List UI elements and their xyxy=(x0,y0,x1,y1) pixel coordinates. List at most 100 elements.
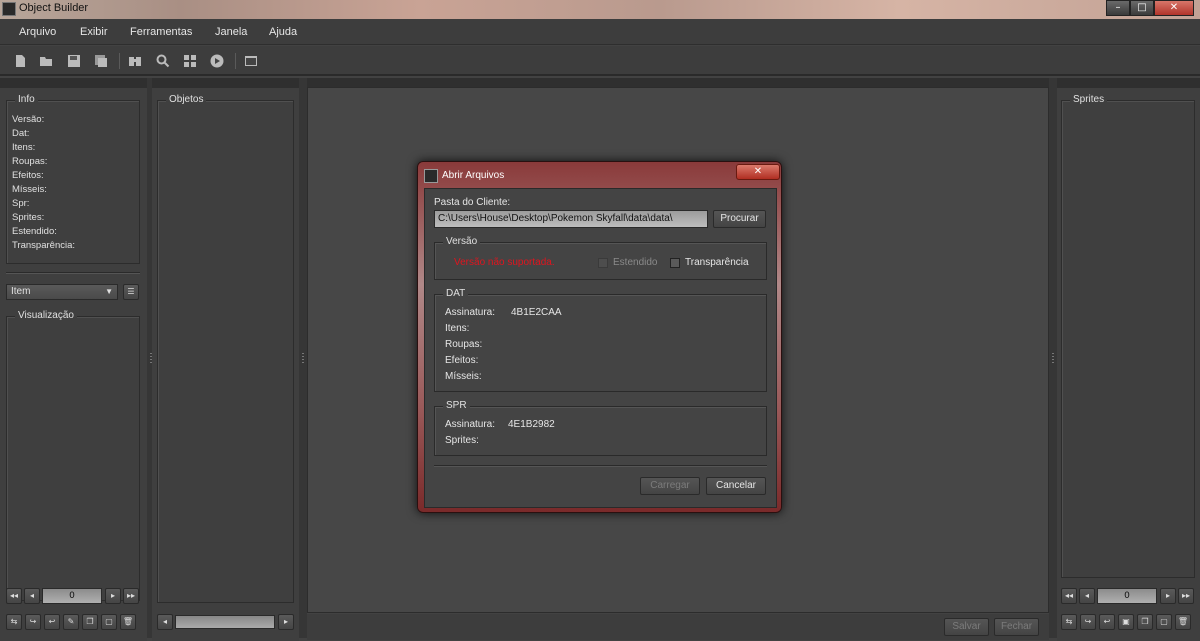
load-button[interactable]: Carregar xyxy=(640,477,700,495)
cancel-button[interactable]: Cancelar xyxy=(706,477,766,495)
spr-group: SPR Assinatura: 4E1B2982 Sprites: xyxy=(434,400,767,456)
minimize-button[interactable]: – xyxy=(1106,0,1130,16)
close-editor-button[interactable]: Fechar xyxy=(994,618,1039,636)
dialog-app-icon xyxy=(424,169,438,183)
sprites-last-page-button[interactable]: ▸▸ xyxy=(1178,588,1194,604)
client-folder-input[interactable]: C:\Users\House\Desktop\Pokemon Skyfall\d… xyxy=(434,210,708,228)
find-icon[interactable] xyxy=(128,54,142,68)
menu-bar: Arquivo Exibir Ferramentas Janela Ajuda xyxy=(0,19,1200,45)
scroll-left-button[interactable]: ◂ xyxy=(157,614,173,630)
menu-exibir[interactable]: Exibir xyxy=(80,26,108,38)
extended-checkbox[interactable] xyxy=(598,258,608,268)
menu-janela[interactable]: Janela xyxy=(215,26,247,38)
info-items: Itens: xyxy=(12,142,36,153)
sprites-panel: Sprites ◂◂ ◂ 0 ▸ ▸▸ ⇆ ↪ ↩ ▣ ❐ ▢ 🗑 xyxy=(1057,78,1200,641)
next-page-button[interactable]: ▸ xyxy=(105,588,121,604)
menu-ferramentas[interactable]: Ferramentas xyxy=(130,26,192,38)
sprites-save-icon[interactable]: ▣ xyxy=(1118,614,1134,630)
title-bar: Object Builder – □ ✕ xyxy=(0,0,1200,19)
delete-icon[interactable]: 🗑 xyxy=(120,614,136,630)
left-panel: Info Versão: Dat: Itens: Roupas: Efeitos… xyxy=(0,78,147,641)
grid-icon[interactable] xyxy=(183,54,197,68)
last-page-button[interactable]: ▸▸ xyxy=(123,588,139,604)
dialog-close-button[interactable]: ✕ xyxy=(736,164,780,180)
objects-panel: Objetos ◂ ▸ xyxy=(152,78,299,641)
console-icon[interactable] xyxy=(244,54,258,68)
save-button[interactable]: Salvar xyxy=(944,618,989,636)
dat-items-label: Itens: xyxy=(445,323,470,334)
info-legend: Info xyxy=(15,94,38,105)
info-version: Versão: xyxy=(12,114,45,125)
objects-scrollbar[interactable] xyxy=(175,615,275,629)
sprites-delete-icon[interactable]: 🗑 xyxy=(1175,614,1191,630)
play-icon[interactable] xyxy=(210,54,224,68)
app-icon xyxy=(2,2,16,16)
spr-signature-value: 4E1B2982 xyxy=(508,419,555,430)
close-button[interactable]: ✕ xyxy=(1154,0,1194,16)
sprites-replace-icon[interactable]: ⇆ xyxy=(1061,614,1077,630)
info-sprites: Sprites: xyxy=(12,212,45,223)
sprites-import-icon[interactable]: ↪ xyxy=(1080,614,1096,630)
search-icon[interactable] xyxy=(156,54,170,68)
client-folder-label: Pasta do Cliente: xyxy=(434,197,511,208)
menu-ajuda[interactable]: Ajuda xyxy=(269,26,297,38)
spr-legend: SPR xyxy=(443,400,470,411)
info-effects: Efeitos: xyxy=(12,170,44,181)
prev-page-button[interactable]: ◂ xyxy=(24,588,40,604)
info-transparency: Transparência: xyxy=(12,240,76,251)
sprites-group: Sprites xyxy=(1061,94,1195,578)
info-extended: Estendido: xyxy=(12,226,57,237)
info-outfits: Roupas: xyxy=(12,156,48,167)
toolbar xyxy=(0,46,1200,76)
dat-outfits-label: Roupas: xyxy=(445,339,483,350)
edit-icon[interactable]: ✎ xyxy=(63,614,79,630)
version-group: Versão Versão não suportada. Estendido T… xyxy=(434,236,767,280)
new-file-icon[interactable] xyxy=(13,54,27,68)
maximize-button[interactable]: □ xyxy=(1130,0,1154,16)
sprites-new-icon[interactable]: ▢ xyxy=(1156,614,1172,630)
category-select[interactable]: Item ▼ xyxy=(6,284,118,300)
undo-icon[interactable]: ↩ xyxy=(44,614,60,630)
info-spr: Spr: xyxy=(12,198,30,209)
splitter-right[interactable] xyxy=(1049,78,1057,638)
save-icon[interactable] xyxy=(67,54,81,68)
sprites-first-page-button[interactable]: ◂◂ xyxy=(1061,588,1077,604)
info-dat: Dat: xyxy=(12,128,30,139)
visualization-legend: Visualização xyxy=(15,310,77,321)
sprites-duplicate-icon[interactable]: ❐ xyxy=(1137,614,1153,630)
dat-legend: DAT xyxy=(443,288,469,299)
spr-sprites-label: Sprites: xyxy=(445,435,479,446)
sprites-next-page-button[interactable]: ▸ xyxy=(1160,588,1176,604)
sprites-prev-page-button[interactable]: ◂ xyxy=(1079,588,1095,604)
visualization-group: Visualização xyxy=(6,310,140,601)
dat-signature-label: Assinatura: xyxy=(445,307,496,318)
import-icon[interactable]: ↪ xyxy=(25,614,41,630)
right-pager-input[interactable]: 0 xyxy=(1097,588,1157,604)
extended-label: Estendido xyxy=(613,257,658,268)
menu-arquivo[interactable]: Arquivo xyxy=(19,26,56,38)
dat-group: DAT Assinatura: 4B1E2CAA Itens: Roupas: … xyxy=(434,288,767,392)
sprites-legend: Sprites xyxy=(1070,94,1108,105)
open-folder-icon[interactable] xyxy=(39,54,53,68)
dat-missiles-label: Mísseis: xyxy=(445,371,482,382)
replace-icon[interactable]: ⇆ xyxy=(6,614,22,630)
dialog-title: Abrir Arquivos xyxy=(442,170,505,181)
dialog-body: Pasta do Cliente: C:\Users\House\Desktop… xyxy=(424,188,777,508)
left-pager-input[interactable]: 0 xyxy=(42,588,102,604)
info-missiles: Mísseis: xyxy=(12,184,47,195)
bottom-bar: Salvar Fechar xyxy=(307,614,1049,640)
transparency-label: Transparência xyxy=(685,257,749,268)
duplicate-icon[interactable]: ❐ xyxy=(82,614,98,630)
scroll-right-button[interactable]: ▸ xyxy=(278,614,294,630)
browse-button[interactable]: Procurar xyxy=(713,210,766,228)
splitter-middle[interactable] xyxy=(299,78,307,638)
save-as-icon[interactable] xyxy=(94,54,108,68)
version-error-text: Versão não suportada. xyxy=(454,257,555,268)
transparency-checkbox[interactable] xyxy=(670,258,680,268)
window-title: Object Builder xyxy=(19,2,89,14)
new-object-icon[interactable]: ▢ xyxy=(101,614,117,630)
first-page-button[interactable]: ◂◂ xyxy=(6,588,22,604)
info-group: Info Versão: Dat: Itens: Roupas: Efeitos… xyxy=(6,94,140,264)
sprites-undo-icon[interactable]: ↩ xyxy=(1099,614,1115,630)
list-options-icon[interactable]: ☰ xyxy=(123,284,139,300)
